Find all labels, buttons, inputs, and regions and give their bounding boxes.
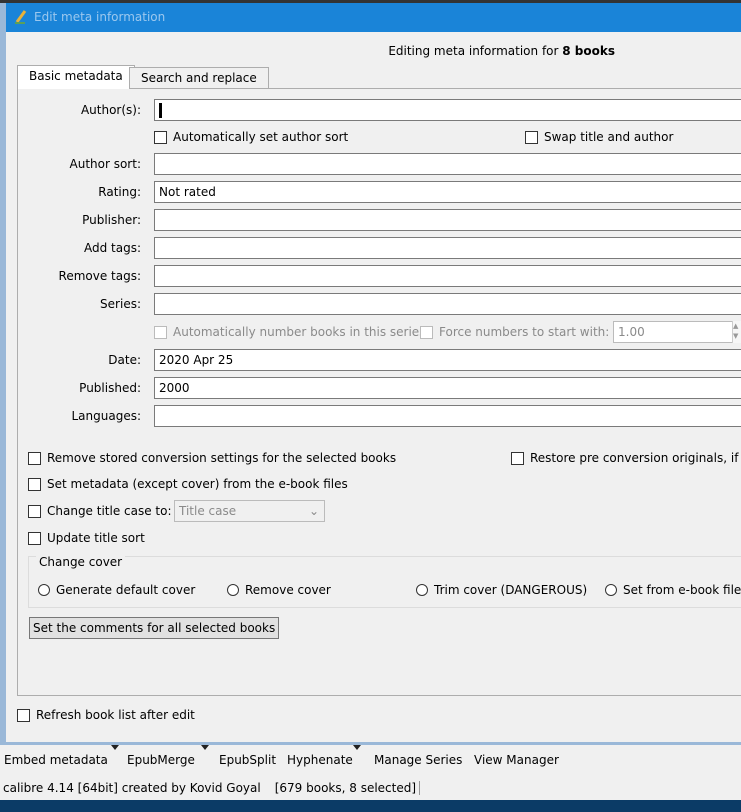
tab-search-replace[interactable]: Search and replace — [129, 67, 269, 89]
series-input[interactable] — [154, 293, 741, 315]
checkbox-label: Change title case to: — [47, 504, 172, 518]
checkbox[interactable] — [154, 130, 167, 144]
pencil-icon — [15, 10, 27, 24]
toolbar-epubmerge[interactable]: EpubMerge — [127, 753, 195, 767]
text-cursor — [159, 103, 162, 118]
dialog-heading: Editing meta information for 8 books — [0, 44, 615, 58]
toolbar-manage-series[interactable]: Manage Series — [374, 753, 462, 767]
status-books: [679 books, 8 selected] — [274, 781, 421, 795]
force-numbers-spinbox[interactable]: 1.00 — [613, 321, 741, 343]
book-count: 8 books — [562, 44, 615, 58]
set-comments-button[interactable]: Set the comments for all selected books — [29, 617, 280, 639]
dialog-title: Edit meta information — [34, 10, 166, 24]
refresh-list-checkbox[interactable]: Refresh book list after edit — [17, 708, 195, 722]
checkbox-label: Swap title and author — [544, 130, 674, 144]
status-bar: calibre 4.14 [64bit] created by Kovid Go… — [0, 776, 741, 800]
checkbox-label: Set metadata (except cover) from the e-b… — [47, 477, 348, 491]
change-title-case-checkbox[interactable]: Change title case to: — [28, 504, 172, 518]
change-cover-label: Change cover — [36, 555, 126, 569]
auto-author-sort-checkbox[interactable]: Automatically set author sort — [154, 130, 348, 144]
checkbox-label: Update title sort — [47, 531, 145, 545]
chevron-down-icon: ⌄ — [308, 504, 319, 518]
checkbox[interactable] — [420, 325, 433, 339]
checkbox-label: Automatically number books in this serie… — [173, 325, 426, 339]
series-label: Series: — [100, 297, 141, 311]
toolbar-epubsplit[interactable]: EpubSplit — [219, 753, 276, 767]
date-input[interactable]: 2020 Apr 25 — [154, 349, 741, 371]
rating-input[interactable]: Not rated — [154, 181, 741, 203]
published-input[interactable]: 2000 — [154, 377, 741, 399]
dropdown-arrow-icon[interactable] — [353, 745, 361, 750]
radio-remove-cover[interactable]: Remove cover — [227, 583, 331, 597]
published-label: Published: — [79, 381, 141, 395]
checkbox-label: Restore pre conversion originals, if av — [530, 451, 741, 465]
radio[interactable] — [416, 584, 428, 596]
radio-trim-cover[interactable]: Trim cover (DANGEROUS) — [416, 583, 587, 597]
radio-label: Trim cover (DANGEROUS) — [434, 583, 588, 597]
checkbox[interactable] — [511, 451, 524, 465]
tab-basic-metadata[interactable]: Basic metadata — [17, 65, 135, 89]
checkbox[interactable] — [525, 130, 538, 144]
radio-label: Set from e-book files — [623, 583, 741, 597]
change-cover-group — [28, 556, 741, 608]
radio-label: Remove cover — [245, 583, 331, 597]
checkbox[interactable] — [28, 477, 41, 491]
authors-input[interactable] — [154, 99, 741, 121]
select-value: Title case — [179, 504, 237, 518]
checkbox[interactable] — [28, 531, 41, 545]
radio[interactable] — [227, 584, 239, 596]
authors-label: Author(s): — [80, 103, 141, 117]
radio-set-from-ebook[interactable]: Set from e-book files — [605, 583, 741, 597]
date-label: Date: — [108, 353, 141, 367]
checkbox[interactable] — [17, 708, 30, 722]
author-sort-input[interactable] — [154, 153, 741, 175]
publisher-input[interactable] — [154, 209, 741, 231]
languages-input[interactable] — [154, 405, 741, 427]
toolbar-view-manager[interactable]: View Manager — [474, 753, 559, 767]
checkbox-label: Remove stored conversion settings for th… — [47, 451, 397, 465]
remove-tags-input[interactable] — [154, 265, 741, 287]
update-title-sort-checkbox[interactable]: Update title sort — [28, 531, 145, 545]
heading-text: Editing meta information for — [388, 44, 563, 58]
checkbox[interactable] — [28, 451, 41, 465]
status-app: calibre 4.14 [64bit] created by Kovid Go… — [3, 781, 261, 795]
add-tags-input[interactable] — [154, 237, 741, 259]
checkbox-label: Automatically set author sort — [173, 130, 349, 144]
checkbox-label: Force numbers to start with: — [439, 325, 610, 339]
checkbox-label: Refresh book list after edit — [36, 708, 195, 722]
title-case-select[interactable]: Title case ⌄ — [174, 500, 325, 522]
auto-number-checkbox[interactable]: Automatically number books in this serie… — [154, 325, 425, 339]
remove-tags-label: Remove tags: — [58, 269, 141, 283]
force-numbers-checkbox[interactable]: Force numbers to start with: — [420, 325, 609, 339]
rating-label: Rating: — [98, 185, 141, 199]
languages-label: Languages: — [71, 409, 141, 423]
taskbar — [0, 800, 741, 812]
remove-conversion-checkbox[interactable]: Remove stored conversion settings for th… — [28, 451, 396, 465]
checkbox[interactable] — [28, 504, 41, 518]
checkbox[interactable] — [154, 325, 167, 339]
author-sort-label: Author sort: — [69, 157, 142, 171]
restore-originals-checkbox[interactable]: Restore pre conversion originals, if av — [511, 451, 741, 465]
toolbar-hyphenate[interactable]: Hyphenate — [287, 753, 353, 767]
publisher-label: Publisher: — [82, 213, 141, 227]
radio-label: Generate default cover — [56, 583, 196, 597]
swap-title-author-checkbox[interactable]: Swap title and author — [525, 130, 673, 144]
toolbar-embed-metadata[interactable]: Embed metadata — [4, 753, 108, 767]
radio[interactable] — [38, 584, 50, 596]
set-metadata-checkbox[interactable]: Set metadata (except cover) from the e-b… — [28, 477, 348, 491]
spin-arrows-icon[interactable]: ▲ ▼ — [732, 321, 741, 343]
radio[interactable] — [605, 584, 617, 596]
add-tags-label: Add tags: — [83, 241, 141, 255]
radio-generate-cover[interactable]: Generate default cover — [38, 583, 195, 597]
dropdown-arrow-icon[interactable] — [201, 745, 209, 750]
dropdown-arrow-icon[interactable] — [111, 745, 119, 750]
title-bar[interactable]: Edit meta information — [6, 3, 741, 32]
